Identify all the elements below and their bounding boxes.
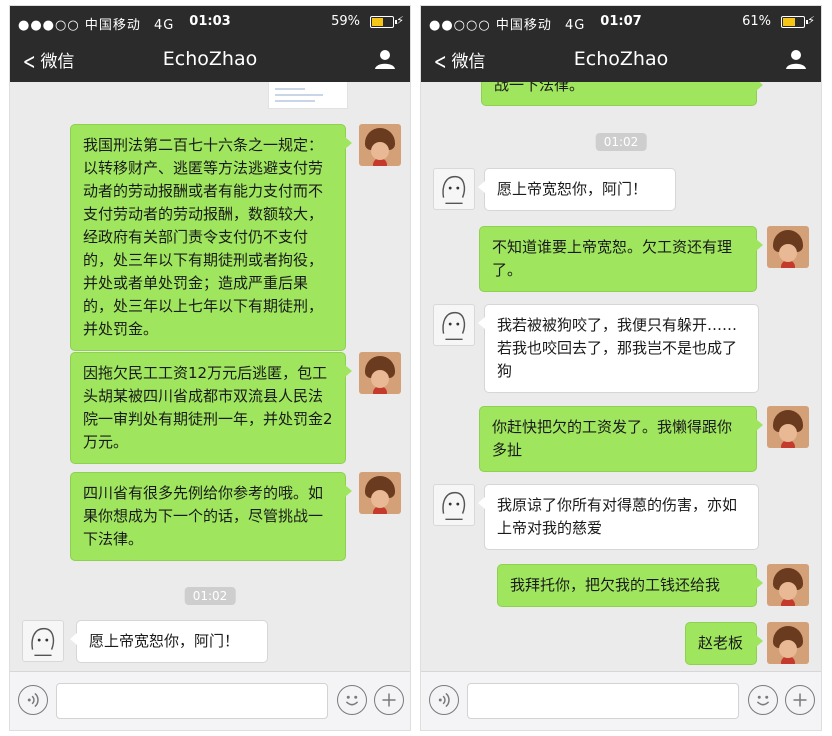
timestamp: 01:02 [595,133,647,151]
avatar[interactable] [359,472,401,514]
message-text: 赵老板 [698,634,744,652]
message-text: 四川省有很多先例给你参考的哦。如果你想成为下一个的话，尽管挑战一下法律。 [83,484,324,548]
message-bubble[interactable]: 赵老板 [685,622,763,665]
input-toolbar [421,671,821,730]
avatar[interactable] [22,620,64,662]
status-bar: ●●●○○ 中国移动 4G 01:03 59% ⚡ [10,6,410,36]
battery-percent: 61% [742,14,771,29]
timestamp: 01:02 [184,587,236,605]
message-bubble[interactable]: 我拜托你，把欠我的工钱还给我 [497,564,763,607]
avatar[interactable] [767,406,809,448]
avatar[interactable] [359,352,401,394]
message-text: 愿上帝宽恕你，阿门！ [497,180,648,198]
chat-header: < 微信 EchoZhao [10,36,410,82]
message-text: 因拖欠民工工资12万元后逃匿，包工头胡某被四川省成都市双流县人民法院一审判处有期… [83,364,333,451]
message-text: 你赶快把欠的工资发了。我懒得跟你多扯 [492,418,733,459]
message-bubble[interactable]: 战一下法律。 [481,82,763,106]
message-bubble[interactable]: 愿上帝宽恕你，阿门！ [70,620,268,663]
voice-icon[interactable] [18,685,48,715]
message-input[interactable] [467,683,739,719]
person-icon[interactable] [785,48,807,70]
message-bubble[interactable]: 因拖欠民工工资12万元后逃匿，包工头胡某被四川省成都市双流县人民法院一审判处有期… [70,352,352,464]
emoji-icon[interactable] [337,685,367,715]
avatar[interactable] [767,564,809,606]
avatar[interactable] [433,168,475,210]
person-icon[interactable] [374,48,396,70]
message-text: 不知道谁要上帝宽恕。欠工资还有理了。 [492,238,733,279]
message-text: 战一下法律。 [494,82,585,94]
message-list[interactable]: 我国刑法第二百七十六条之一规定：以转移财产、逃匿等方法逃避支付劳动者的劳动报酬或… [10,82,410,672]
message-text: 我国刑法第二百七十六条之一规定：以转移财产、逃匿等方法逃避支付劳动者的劳动报酬或… [83,136,324,338]
message-bubble[interactable]: 四川省有很多先例给你参考的哦。如果你想成为下一个的话，尽管挑战一下法律。 [70,472,352,561]
plus-icon[interactable] [785,685,815,715]
right-screen: ●●○○○ 中国移动 4G 01:07 61% ⚡ < 微信 EchoZhao 战… [421,6,821,730]
message-text: 我若被被狗咬了，我便只有躲开……若我也咬回去了，那我岂不是也成了狗 [497,316,738,380]
message-list[interactable]: 战一下法律。 01:02 愿上帝宽恕你，阿门！ 不知道谁要上帝宽恕。欠工资还有理… [421,82,821,672]
chat-title: EchoZhao [162,48,258,70]
battery-icon [781,16,808,28]
voice-icon[interactable] [429,685,459,715]
message-bubble[interactable]: 我若被被狗咬了，我便只有躲开……若我也咬回去了，那我岂不是也成了狗 [478,304,759,393]
message-bubble[interactable]: 不知道谁要上帝宽恕。欠工资还有理了。 [479,226,763,292]
message-bubble[interactable]: 愿上帝宽恕你，阿门！ [478,168,676,211]
message-text: 我原谅了你所有对得蒽的伤害，亦如上帝对我的慈爱 [497,496,738,537]
message-input[interactable] [56,683,328,719]
message-text: 愿上帝宽恕你，阿门！ [89,632,240,650]
charging-icon: ⚡ [396,14,404,27]
input-toolbar [10,671,410,730]
message-bubble[interactable]: 我国刑法第二百七十六条之一规定：以转移财产、逃匿等方法逃避支付劳动者的劳动报酬或… [70,124,352,351]
avatar[interactable] [433,304,475,346]
message-bubble[interactable]: 你赶快把欠的工资发了。我懒得跟你多扯 [479,406,763,472]
left-screen: ●●●○○ 中国移动 4G 01:03 59% ⚡ < 微信 EchoZhao 我… [10,6,410,730]
plus-icon[interactable] [374,685,404,715]
charging-icon: ⚡ [807,14,815,27]
chat-title: EchoZhao [573,48,669,70]
avatar[interactable] [433,484,475,526]
chat-header: < 微信 EchoZhao [421,36,821,82]
avatar[interactable] [359,124,401,166]
image-message-thumbnail[interactable] [268,82,348,109]
battery-icon [370,16,397,28]
avatar[interactable] [767,226,809,268]
message-text: 我拜托你，把欠我的工钱还给我 [510,576,721,594]
battery-percent: 59% [331,14,360,29]
avatar[interactable] [767,622,809,664]
emoji-icon[interactable] [748,685,778,715]
message-bubble[interactable]: 我原谅了你所有对得蒽的伤害，亦如上帝对我的慈爱 [478,484,759,550]
status-bar: ●●○○○ 中国移动 4G 01:07 61% ⚡ [421,6,821,36]
